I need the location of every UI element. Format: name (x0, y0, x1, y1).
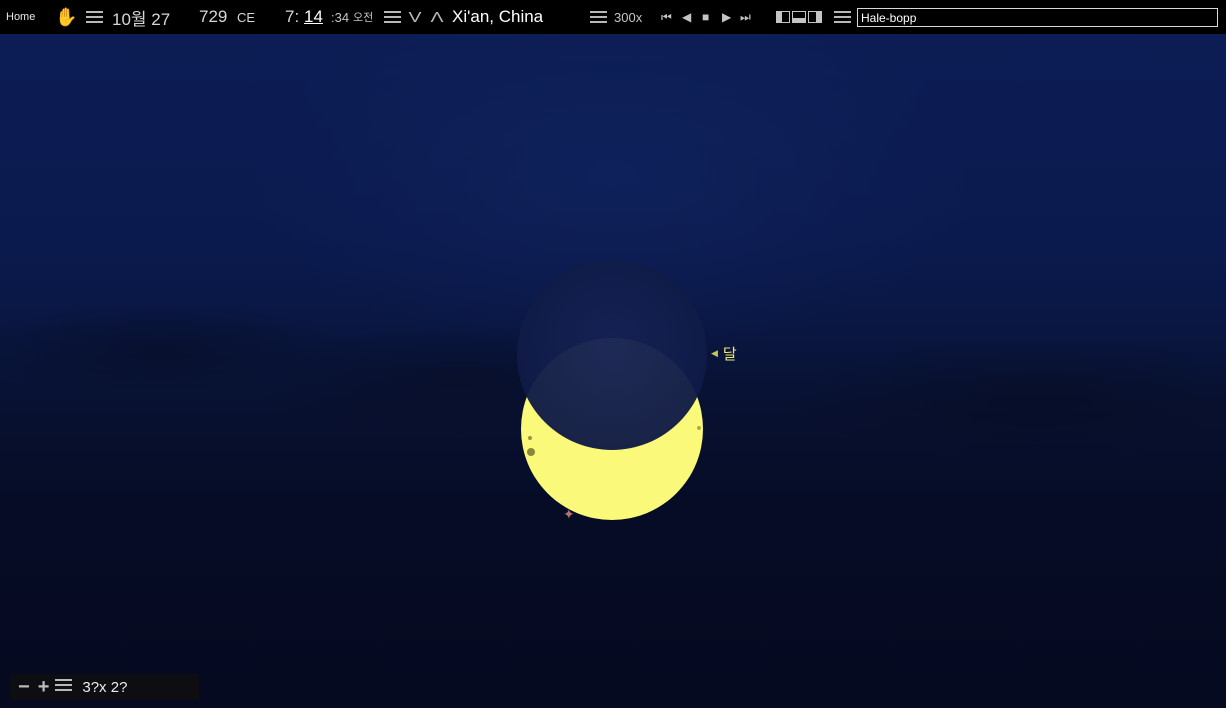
speed-display[interactable]: 300x (614, 0, 642, 34)
zoom-out-icon[interactable]: − (18, 676, 30, 699)
chevron-down-icon[interactable]: V (408, 0, 421, 34)
sunspot-edge (697, 426, 701, 430)
stop-icon[interactable]: ■ (702, 0, 709, 34)
time-hour[interactable]: 7: (285, 0, 299, 34)
play-reverse-icon[interactable]: ◀ (682, 0, 691, 34)
sunspot-small (528, 436, 532, 440)
date-menu-icon[interactable] (86, 0, 103, 34)
view-bottom-icon[interactable] (792, 0, 806, 34)
search-menu-icon[interactable] (834, 0, 851, 34)
pointer-arrow-icon: ◀ (711, 348, 718, 359)
time-second[interactable]: :34 (331, 0, 349, 34)
moon-disk (517, 260, 707, 450)
ampm-display[interactable]: 오전 (353, 0, 373, 34)
location-display[interactable]: Xi'an, China (452, 0, 543, 34)
date-display[interactable]: 10월 27 (112, 0, 170, 34)
top-toolbar: Home ✋ 10월 27 729 CE 7: 14 :34 오전 V Λ Xi… (0, 0, 1226, 34)
year-display[interactable]: 729 (199, 0, 227, 34)
sunspot (527, 448, 535, 456)
moon-label-text: 달 (722, 345, 737, 363)
view-left-icon[interactable] (776, 0, 790, 34)
field-of-view-display: 3?x 2? (82, 678, 128, 696)
chevron-up-icon[interactable]: Λ (430, 0, 443, 34)
zoom-in-icon[interactable]: + (38, 676, 50, 699)
view-right-icon[interactable] (808, 0, 822, 34)
speed-menu-icon[interactable] (590, 0, 607, 34)
hand-icon[interactable]: ✋ (55, 0, 77, 34)
location-menu-icon[interactable] (384, 0, 401, 34)
home-button[interactable]: Home (6, 0, 35, 34)
zoom-menu-icon[interactable] (55, 678, 73, 696)
search-input[interactable] (857, 8, 1218, 27)
time-minute[interactable]: 14 (304, 0, 323, 34)
era-display[interactable]: CE (237, 0, 255, 34)
skip-forward-icon[interactable]: ⏭ (740, 0, 751, 34)
bottom-zoom-bar: − + 3?x 2? (10, 674, 199, 700)
moon-label[interactable]: ◀ 달 (711, 343, 737, 364)
eclipse-graphic (517, 260, 707, 520)
star-marker[interactable]: ✦ (563, 506, 575, 523)
skip-back-icon[interactable]: ⏮ (661, 0, 672, 34)
play-icon[interactable]: ▶ (722, 0, 731, 34)
